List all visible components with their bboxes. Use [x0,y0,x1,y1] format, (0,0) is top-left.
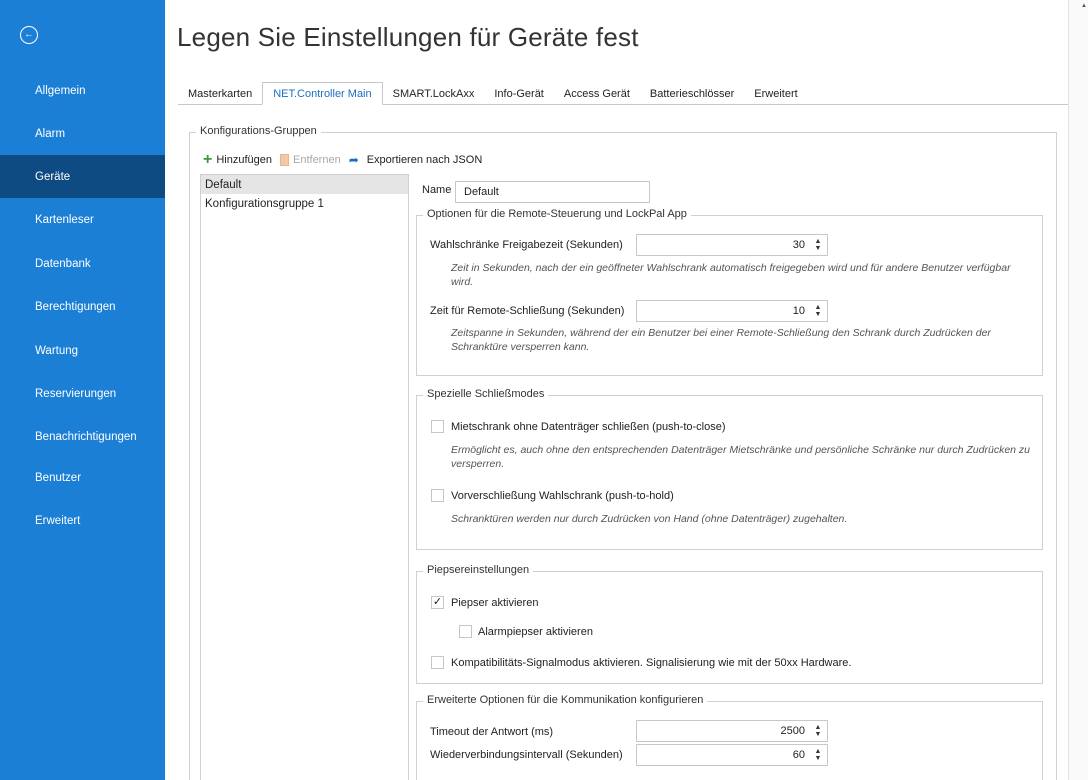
reconnect-value: 60 [792,749,805,761]
lock-modes-legend: Spezielle Schließmodes [423,388,549,400]
sidebar-item-benachrichtigungen[interactable]: Benachrichtigungen [0,415,165,458]
push-to-hold-hint: Schranktüren werden nur durch Zudrücken … [451,513,848,525]
add-button[interactable]: + Hinzufügen [203,152,272,168]
sidebar-item-reservierungen[interactable]: Reservierungen [0,372,165,415]
scroll-up-icon[interactable]: ▲ [1081,3,1087,9]
remote-lock-value: 10 [792,305,805,317]
sidebar: ← Allgemein Alarm Geräte Kartenleser Dat… [0,0,165,780]
remove-button-label: Entfernen [293,154,341,166]
remote-lock-input[interactable]: 10 ▲ ▼ [636,300,828,322]
sidebar-item-erweitert[interactable]: Erweitert [0,499,165,542]
sidebar-item-alarm[interactable]: Alarm [0,112,165,155]
release-time-hint: Zeit in Sekunden, nach der ein geöffnete… [451,262,1011,288]
sidebar-item-allgemein[interactable]: Allgemein [0,69,165,112]
check-icon: ✓ [432,596,443,608]
tab-erweitert[interactable]: Erweitert [744,82,807,105]
group-toolbar: + Hinzufügen Entfernen ➦ Exportieren nac… [203,152,486,168]
vertical-scrollbar[interactable] [1068,0,1088,780]
alarm-beeper-label: Alarmpiepser aktivieren [478,626,593,638]
name-label: Name [422,184,452,196]
tab-access-geraet[interactable]: Access Gerät [554,82,640,105]
timeout-label: Timeout der Antwort (ms) [430,726,554,738]
remove-button[interactable]: Entfernen [280,154,341,166]
beeper-enable-label: Piepser aktivieren [451,597,539,609]
tab-net-controller-main[interactable]: NET.Controller Main [262,82,383,105]
sidebar-item-wartung[interactable]: Wartung [0,329,165,372]
sidebar-item-kartenleser[interactable]: Kartenleser [0,198,165,241]
release-time-input[interactable]: 30 ▲ ▼ [636,234,828,256]
trash-icon [280,154,289,166]
plus-icon: + [203,151,213,168]
sidebar-item-berechtigungen[interactable]: Berechtigungen [0,285,165,328]
remote-lock-hint: Zeitspanne in Sekunden, während der ein … [451,327,991,353]
sidebar-item-benutzer[interactable]: Benutzer [0,456,165,499]
spinner-icon[interactable]: ▲ ▼ [813,304,823,318]
reconnect-input[interactable]: 60 ▲ ▼ [636,744,828,766]
timeout-input[interactable]: 2500 ▲ ▼ [636,720,828,742]
remote-lock-label: Zeit für Remote-Schließung (Sekunden) [430,305,625,317]
name-field[interactable]: Default [455,181,650,203]
alarm-beeper-checkbox[interactable] [459,625,472,638]
beeper-enable-checkbox[interactable]: ✓ [431,596,444,609]
list-item[interactable]: Konfigurationsgruppe 1 [201,194,408,213]
push-to-close-hint: Ermöglicht es, auch ohne den entsprechen… [451,444,1031,470]
tab-smart-lockaxx[interactable]: SMART.LockAxx [383,82,485,105]
remote-options-legend: Optionen für die Remote-Steuerung und Lo… [423,208,691,220]
release-time-label: Wahlschränke Freigabezeit (Sekunden) [430,239,623,251]
release-time-value: 30 [792,239,805,251]
tab-batterieschloesser[interactable]: Batterieschlösser [640,82,744,105]
list-item[interactable]: Default [201,175,408,194]
export-button-label: Exportieren nach JSON [366,154,483,166]
push-to-close-label: Mietschrank ohne Datenträger schließen (… [451,421,726,433]
page-title: Legen Sie Einstellungen für Geräte fest [177,22,639,52]
push-to-hold-checkbox[interactable] [431,489,444,502]
tab-info-geraet[interactable]: Info-Gerät [484,82,554,105]
compat-mode-checkbox[interactable] [431,656,444,669]
config-groups-legend: Konfigurations-Gruppen [196,125,321,137]
timeout-value: 2500 [780,725,805,737]
lock-modes-box: Spezielle Schließmodes [416,388,1043,550]
compat-mode-label: Kompatibilitäts-Signalmodus aktivieren. … [451,657,852,669]
communication-legend: Erweiterte Optionen für die Kommunikatio… [423,694,708,706]
tab-masterkarten[interactable]: Masterkarten [178,82,262,105]
back-arrow-circle-icon[interactable]: ← [20,26,38,44]
reconnect-label: Wiederverbindungsintervall (Sekunden) [430,749,623,761]
add-button-label: Hinzufügen [216,154,272,166]
spinner-icon[interactable]: ▲ ▼ [813,238,823,252]
sidebar-item-datenbank[interactable]: Datenbank [0,242,165,285]
spinner-icon[interactable]: ▲ ▼ [813,724,823,738]
tab-bar: Masterkarten NET.Controller Main SMART.L… [178,82,808,105]
push-to-hold-label: Vorverschließung Wahlschrank (push-to-ho… [451,490,674,502]
spinner-icon[interactable]: ▲ ▼ [813,748,823,762]
group-list[interactable]: Default Konfigurationsgruppe 1 [200,174,409,780]
sidebar-item-geraete[interactable]: Geräte [0,155,165,198]
export-icon: ➦ [348,152,359,167]
beeper-settings-legend: Piepsereinstellungen [423,564,534,576]
export-json-button[interactable]: ➦ Exportieren nach JSON [348,152,483,167]
push-to-close-checkbox[interactable] [431,420,444,433]
